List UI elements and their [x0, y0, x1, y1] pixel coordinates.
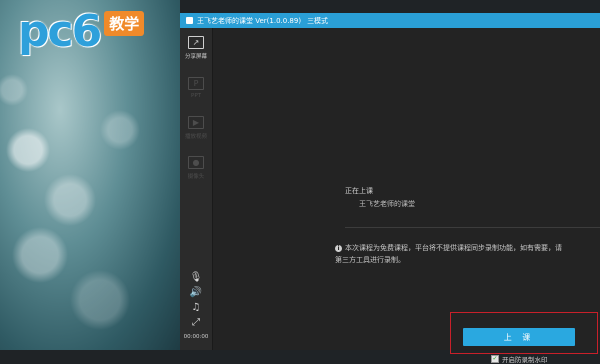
divider	[345, 227, 600, 228]
window-title: 王飞艺老师的课堂 Ver(1.0.0.89)	[197, 16, 302, 25]
sidebar-tools: 🎙 🔊 ♫ ⤢ 00:00:00	[180, 272, 212, 340]
sidebar-item-label: 摄像头	[187, 174, 205, 180]
sidebar-item-play-video[interactable]: ▶ 播放视频	[180, 108, 212, 148]
anti-record-option[interactable]: ✓ 开启防录制水印	[491, 354, 548, 364]
sidebar-item-label: 分享屏幕	[184, 54, 207, 60]
sidebar: ↗ 分享屏幕 P PPT ▶ 播放视频 ● 摄像头 🎙 🔊 ♫ ⤢ 00:00:…	[180, 28, 213, 350]
main-content: 正在上课 王飞艺老师的课堂 i 本次课程为免费课程，平台将不提供课程同步录制功能，…	[213, 28, 600, 364]
app-window: 王飞艺老师的课堂 Ver(1.0.0.89) 三模式 ↗ 分享屏幕 P PPT …	[180, 13, 600, 364]
sidebar-item-label: 播放视频	[184, 134, 207, 140]
share-screen-icon: ↗	[188, 36, 204, 49]
microphone-muted-icon[interactable]: 🎙	[190, 272, 203, 283]
title-bar[interactable]: 王飞艺老师的课堂 Ver(1.0.0.89) 三模式	[180, 13, 600, 28]
sidebar-item-share-screen[interactable]: ↗ 分享屏幕	[180, 28, 212, 68]
music-icon[interactable]: ♫	[192, 302, 201, 313]
play-video-icon: ▶	[188, 116, 204, 129]
notice-line-2: 第三方工具进行录制。	[335, 256, 405, 264]
notice-text: i 本次课程为免费课程，平台将不提供课程同步录制功能，如有需要，请 第三方工具进行…	[335, 242, 600, 266]
class-timer: 00:00:00	[183, 334, 209, 340]
ppt-icon: P	[188, 77, 204, 90]
fullscreen-icon[interactable]: ⤢	[192, 317, 200, 328]
anti-record-checkbox[interactable]: ✓	[491, 355, 499, 363]
start-class-button[interactable]: 上 课	[463, 328, 575, 346]
window-mode: 三模式	[307, 16, 329, 25]
sidebar-item-label: PPT	[191, 93, 201, 99]
anti-record-label: 开启防录制水印	[502, 356, 548, 364]
logo-badge: 教学	[104, 10, 145, 36]
logo-brand: pc6	[18, 5, 102, 57]
camera-icon: ●	[188, 156, 204, 169]
class-name: 王飞艺老师的课堂	[359, 200, 415, 208]
class-status: 正在上课	[345, 187, 373, 195]
desktop-wallpaper: pc6 教学	[0, 0, 180, 350]
pc6-logo: pc6 教学	[18, 4, 145, 58]
sidebar-item-ppt[interactable]: P PPT	[180, 68, 212, 108]
info-icon: i	[335, 244, 342, 252]
speaker-icon[interactable]: 🔊	[190, 287, 202, 298]
notice-line-1: 本次课程为免费课程，平台将不提供课程同步录制功能，如有需要，请	[345, 244, 562, 252]
app-icon	[186, 17, 193, 24]
sidebar-item-camera[interactable]: ● 摄像头	[180, 148, 212, 188]
